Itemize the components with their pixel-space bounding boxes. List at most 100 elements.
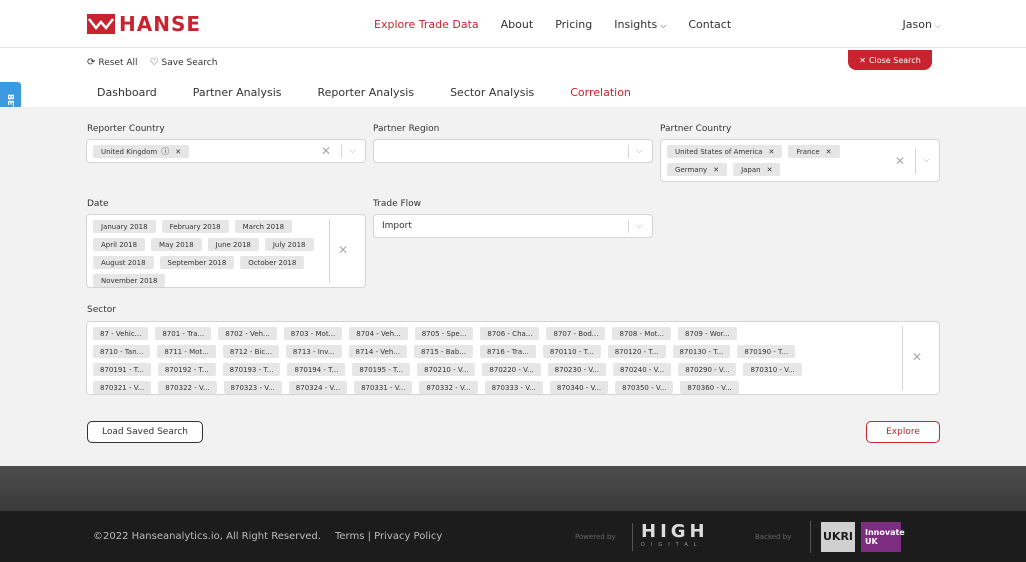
nav-about[interactable]: About bbox=[501, 18, 534, 31]
sector-chip: 870360 - V... bbox=[680, 381, 739, 394]
chip-label: September 2018 bbox=[167, 258, 227, 267]
reporter-country-select[interactable]: United Kingdom ⓘ ✕ ✕ ⌵ bbox=[86, 139, 366, 163]
tab-partner-analysis[interactable]: Partner Analysis bbox=[183, 80, 292, 110]
chip-label: 870360 - V... bbox=[687, 383, 732, 392]
sector-chip: 870350 - V... bbox=[615, 381, 674, 394]
chip-label: 8702 - Veh... bbox=[225, 329, 270, 338]
nav-contact[interactable]: Contact bbox=[688, 18, 731, 31]
reporter-country-chip: United Kingdom ⓘ ✕ bbox=[93, 145, 190, 158]
separator bbox=[329, 219, 330, 283]
chevron-down-icon[interactable]: ⌵ bbox=[923, 155, 930, 165]
chip-label: 870290 - V... bbox=[685, 365, 730, 374]
save-search-button[interactable]: ♡ Save Search bbox=[150, 57, 218, 68]
tab-reporter-analysis[interactable]: Reporter Analysis bbox=[307, 80, 424, 110]
sector-chip: 870340 - V... bbox=[549, 381, 609, 394]
date-select[interactable]: January 2018 February 2018 March 2018 April… bbox=[86, 214, 366, 288]
user-name: Jason bbox=[902, 18, 932, 31]
sector-chip: 8707 - Bod... bbox=[546, 327, 606, 340]
nav-explore-trade-data[interactable]: Explore Trade Data bbox=[374, 18, 479, 31]
refresh-icon: ⟳ bbox=[87, 57, 96, 68]
sector-select[interactable]: 87 - Vehic... 8701 - Tra... 8702 - Veh... 8… bbox=[86, 321, 940, 395]
sector-chip: 8714 - Veh... bbox=[348, 345, 407, 358]
clear-icon[interactable]: ✕ bbox=[321, 144, 331, 158]
reset-all-button[interactable]: ⟳ Reset All bbox=[87, 57, 138, 68]
sector-chip: 8713 - Inv... bbox=[285, 345, 342, 358]
chip-label: 8703 - Mot... bbox=[290, 329, 336, 338]
footer-terms-link[interactable]: Terms | Privacy Policy bbox=[335, 531, 442, 542]
partner-country-chip: United States of America ✕ bbox=[667, 145, 783, 158]
trade-flow-select[interactable]: Import ⌵ bbox=[373, 214, 653, 238]
clear-icon[interactable]: ✕ bbox=[338, 243, 348, 257]
partner-country-chip: Germany ✕ bbox=[667, 163, 728, 176]
logo[interactable]: HANSE bbox=[87, 12, 201, 36]
sector-chip: 8711 - Mot... bbox=[157, 345, 216, 358]
hanse-logo-icon bbox=[87, 14, 115, 34]
main-nav: Explore Trade Data About Pricing Insight… bbox=[374, 18, 731, 31]
sector-chip-row: 870191 - T... 870192 - T... 870193 - T... 8… bbox=[93, 363, 893, 376]
sector-chip-row: 8710 - Tan... 8711 - Mot... 8712 - Bic... 8… bbox=[93, 345, 893, 358]
tab-sector-analysis[interactable]: Sector Analysis bbox=[440, 80, 544, 110]
chip-label: 870322 - V... bbox=[165, 383, 210, 392]
chevron-down-icon[interactable]: ⌵ bbox=[636, 221, 643, 231]
reporter-country-label: Reporter Country bbox=[87, 124, 165, 134]
chip-label: 8715 - Bab... bbox=[420, 347, 466, 356]
remove-chip-icon[interactable]: ✕ bbox=[767, 166, 773, 174]
sector-chip: 8716 - Tra... bbox=[479, 345, 536, 358]
date-chip: March 2018 bbox=[234, 220, 293, 233]
sector-chip: 8702 - Veh... bbox=[218, 327, 277, 340]
explore-button[interactable]: Explore bbox=[866, 421, 940, 443]
separator bbox=[628, 145, 629, 158]
date-chip: August 2018 bbox=[93, 256, 154, 269]
powered-by-label: Powered by bbox=[575, 533, 616, 541]
sector-chip: 870191 - T... bbox=[93, 363, 151, 376]
clear-icon[interactable]: ✕ bbox=[895, 154, 905, 168]
chip-label: February 2018 bbox=[169, 222, 221, 231]
chip-label: 870310 - V... bbox=[750, 365, 795, 374]
sector-label: Sector bbox=[87, 305, 116, 315]
ukri-logo[interactable]: UKRI Innovate UK bbox=[810, 521, 905, 553]
sector-chip: 870333 - V... bbox=[484, 381, 543, 394]
high-digital-logo[interactable]: HIGH DIGITAL bbox=[632, 523, 709, 551]
innovate-uk-mark: Innovate UK bbox=[861, 522, 905, 552]
info-icon: ⓘ bbox=[161, 147, 170, 156]
load-saved-search-button[interactable]: Load Saved Search bbox=[87, 421, 203, 443]
sector-chip: 8708 - Mot... bbox=[612, 327, 672, 340]
chip-label: 8712 - Bic... bbox=[229, 347, 272, 356]
separator bbox=[902, 326, 903, 390]
clear-icon[interactable]: ✕ bbox=[912, 350, 922, 364]
remove-chip-icon[interactable]: ✕ bbox=[175, 148, 181, 156]
partner-country-select[interactable]: United States of America ✕ France ✕ German… bbox=[660, 139, 940, 182]
trade-flow-label: Trade Flow bbox=[373, 199, 422, 209]
ukri-mark: UKRI bbox=[821, 522, 855, 552]
chevron-down-icon[interactable]: ⌵ bbox=[349, 146, 356, 156]
sector-chip-row: 87 - Vehic... 8701 - Tra... 8702 - Veh... 8… bbox=[93, 327, 893, 340]
chevron-down-icon[interactable]: ⌵ bbox=[636, 146, 643, 156]
chip-label: 8707 - Bod... bbox=[553, 329, 599, 338]
logo-text: HANSE bbox=[119, 12, 202, 36]
sector-chip: 8701 - Tra... bbox=[155, 327, 212, 340]
user-menu[interactable]: Jason ⌵ bbox=[903, 18, 942, 31]
chip-label: 870331 - V... bbox=[361, 383, 406, 392]
sector-chip: 870310 - V... bbox=[743, 363, 802, 376]
remove-chip-icon[interactable]: ✕ bbox=[826, 148, 832, 156]
chip-label: April 2018 bbox=[101, 240, 138, 249]
close-search-button[interactable]: ✕ Close Search bbox=[848, 50, 932, 70]
chip-label: 8710 - Tan... bbox=[100, 347, 144, 356]
chip-label: 8706 - Cha... bbox=[487, 329, 533, 338]
tab-correlation[interactable]: Correlation bbox=[560, 80, 641, 110]
remove-chip-icon[interactable]: ✕ bbox=[713, 166, 719, 174]
sector-chip: 870210 - V... bbox=[417, 363, 476, 376]
tab-dashboard[interactable]: Dashboard bbox=[87, 80, 167, 110]
chip-label: 870130 - T... bbox=[679, 347, 724, 356]
analysis-tabs: Dashboard Partner Analysis Reporter Anal… bbox=[87, 80, 657, 110]
date-chip: October 2018 bbox=[240, 256, 305, 269]
partner-region-select[interactable]: ⌵ bbox=[373, 139, 653, 163]
chip-label: 870324 - V... bbox=[295, 383, 341, 392]
remove-chip-icon[interactable]: ✕ bbox=[768, 148, 774, 156]
sector-chip: 870194 - T... bbox=[287, 363, 346, 376]
nav-insights[interactable]: Insights ⌵ bbox=[614, 18, 666, 31]
sector-chip: 870331 - V... bbox=[354, 381, 413, 394]
chip-label: November 2018 bbox=[101, 276, 158, 285]
nav-pricing[interactable]: Pricing bbox=[555, 18, 592, 31]
footer-copyright: ©2022 Hanseanalytics.io, All Right Reser… bbox=[93, 531, 321, 542]
